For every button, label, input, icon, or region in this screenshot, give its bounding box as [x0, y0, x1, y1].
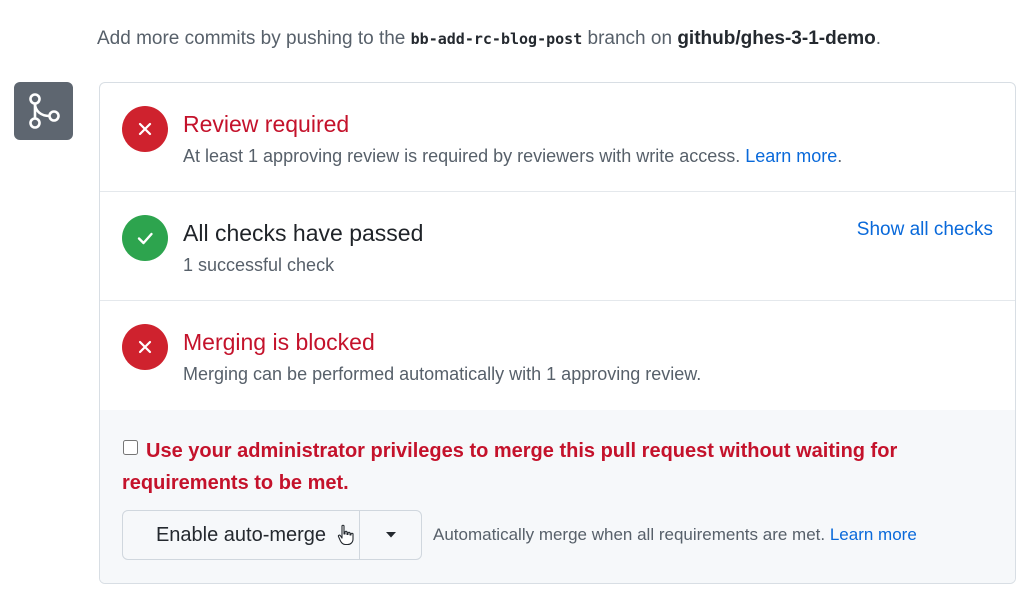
merge-actions-area: Use your administrator privileges to mer… [100, 410, 1015, 583]
show-all-checks-link[interactable]: Show all checks [857, 219, 993, 241]
enable-auto-merge-label: Enable auto-merge [155, 523, 327, 546]
branch-name: bb-add-rc-blog-post [410, 30, 583, 48]
merging-blocked-desc: Merging can be performed automatically w… [183, 364, 702, 384]
auto-merge-learn-more-link[interactable]: Learn more [830, 525, 917, 544]
merging-blocked-title: Merging is blocked [183, 329, 375, 355]
git-merge-icon [14, 82, 73, 140]
enable-auto-merge-button[interactable]: Enable auto-merge [123, 511, 360, 559]
triangle-down-icon [385, 532, 396, 538]
repo-name: github/ghes-3-1-demo [677, 28, 876, 49]
check-circle-icon [122, 215, 168, 261]
auto-merge-note-text: Automatically merge when all requirement… [433, 525, 830, 544]
review-learn-more-link[interactable]: Learn more [745, 146, 837, 166]
note-suffix: . [875, 28, 882, 49]
review-required-title: Review required [183, 111, 350, 137]
x-circle-icon [122, 324, 168, 370]
review-desc-suffix: . [837, 146, 843, 166]
checks-section: All checks have passed 1 successful chec… [100, 191, 1015, 301]
checks-desc: 1 successful check [183, 255, 335, 275]
auto-merge-dropdown-button[interactable] [360, 511, 421, 559]
review-desc-text: At least 1 approving review is required … [183, 146, 746, 166]
note-middle: branch on [582, 28, 678, 49]
note-prefix: Add more commits by pushing to the [97, 28, 411, 49]
review-required-desc: At least 1 approving review is required … [183, 146, 842, 167]
merge-status-panel: Review required At least 1 approving rev… [99, 82, 1016, 584]
checks-title: All checks have passed [183, 220, 424, 246]
auto-merge-button-group: Enable auto-merge [122, 510, 422, 560]
x-circle-icon [122, 106, 168, 152]
auto-merge-note: Automatically merge when all requirement… [433, 525, 917, 545]
review-required-section: Review required At least 1 approving rev… [100, 83, 1015, 192]
push-commits-note: Add more commits by pushing to the bb-ad… [97, 28, 881, 50]
admin-override-label[interactable]: Use your administrator privileges to mer… [122, 435, 942, 499]
hand-pointer-icon [337, 524, 355, 552]
merging-blocked-section: Merging is blocked Merging can be perfor… [100, 300, 1015, 411]
